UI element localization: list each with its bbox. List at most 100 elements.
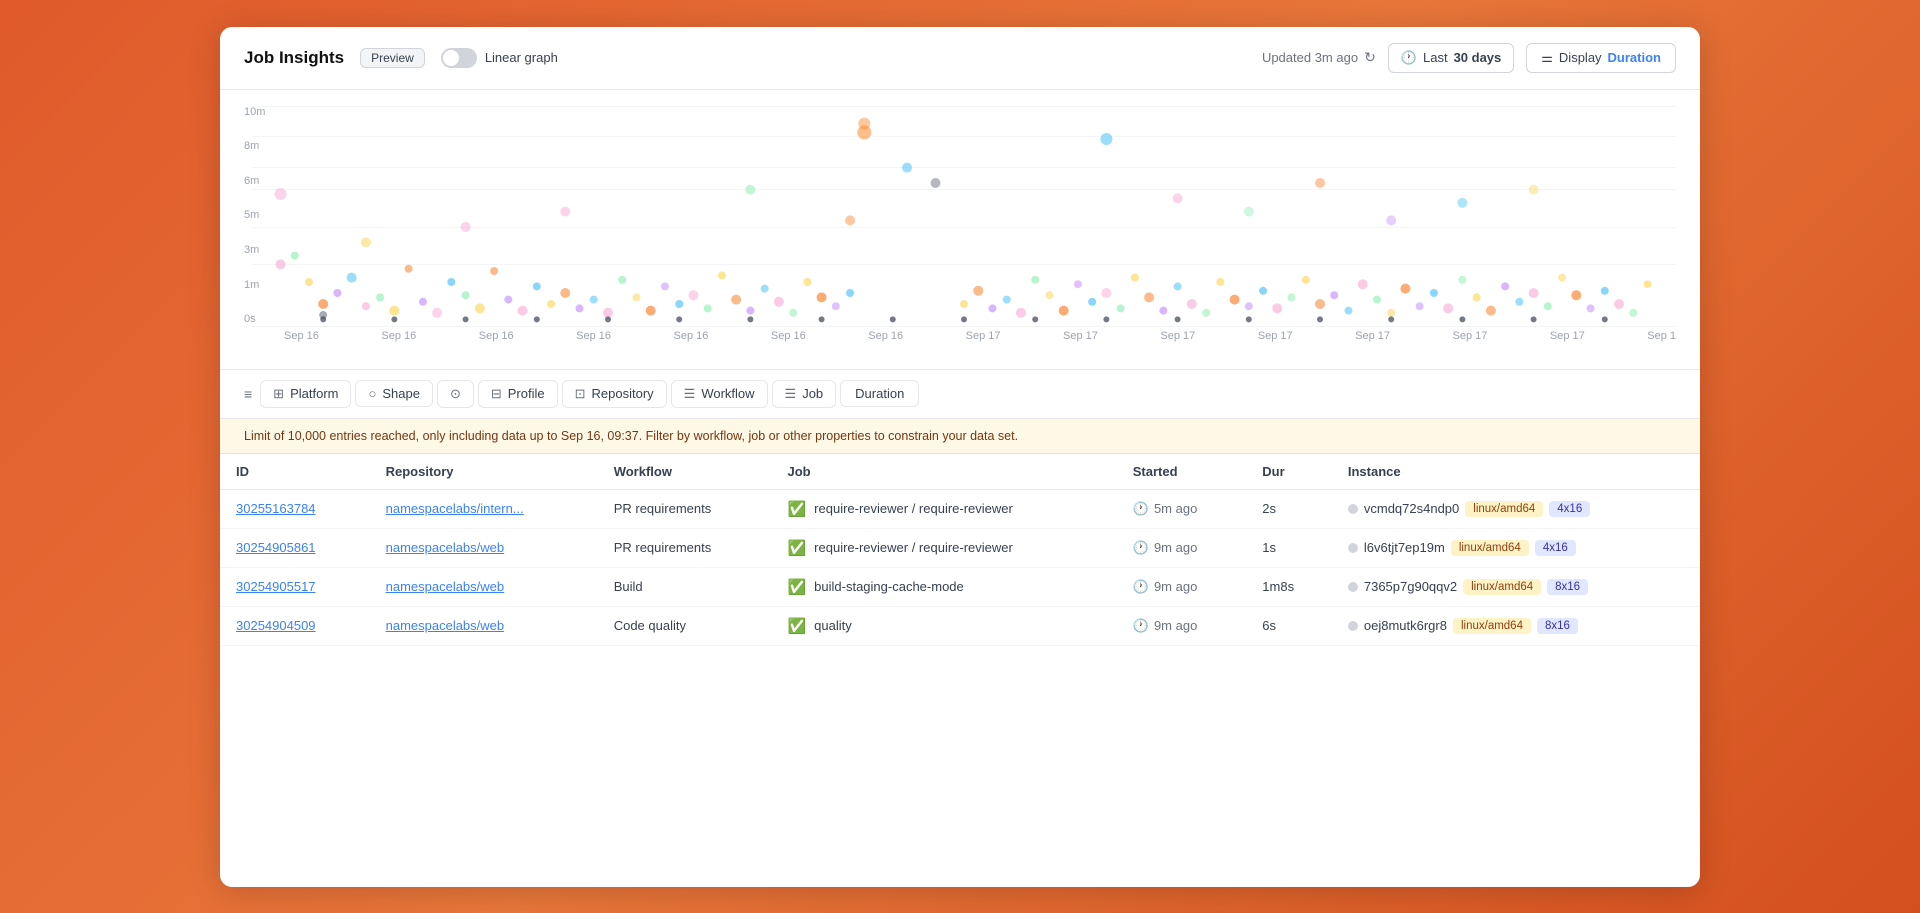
profile-filter-button[interactable]: ⊟ Profile — [478, 380, 558, 408]
instance-dot — [1348, 504, 1358, 514]
cell-id: 30254904509 — [220, 606, 370, 645]
filter-icon: ≡ — [244, 386, 252, 402]
instance-id: l6v6tjt7ep19m — [1364, 540, 1445, 555]
id-link[interactable]: 30254905517 — [236, 579, 316, 594]
job-icon: ☰ — [785, 386, 797, 402]
chart-canvas — [252, 106, 1676, 326]
toggle-group: Linear graph — [441, 48, 558, 68]
filter-bar: ≡ ⊞ Platform ○ Shape ⊙ ⊟ Profile ⊡ Repos… — [220, 370, 1700, 419]
success-icon: ✅ — [787, 539, 806, 557]
size-tag: 8x16 — [1547, 579, 1588, 595]
size-tag: 4x16 — [1535, 540, 1576, 556]
id-link[interactable]: 30254904509 — [236, 618, 316, 633]
clock-icon: 🕐 — [1133, 579, 1149, 595]
clock-icon: 🕐 — [1401, 50, 1417, 66]
preview-badge: Preview — [360, 48, 425, 68]
table-header-row: ID Repository Workflow Job Started Dur I… — [220, 454, 1700, 490]
success-icon: ✅ — [787, 617, 806, 635]
workflow-filter-button[interactable]: ☰ Workflow — [671, 380, 768, 408]
repo-link[interactable]: namespacelabs/web — [386, 579, 505, 594]
cell-started: 🕐 9m ago — [1117, 606, 1247, 645]
cell-instance: 7365p7g90qqv2 linux/amd64 8x16 — [1332, 567, 1700, 606]
table-row: 30254904509 namespacelabs/web Code quali… — [220, 606, 1700, 645]
workflow-icon: ☰ — [684, 386, 696, 402]
col-started: Started — [1117, 454, 1247, 490]
data-table-wrapper: ID Repository Workflow Job Started Dur I… — [220, 454, 1700, 646]
size-tag: 4x16 — [1549, 501, 1590, 517]
linear-graph-toggle[interactable] — [441, 48, 477, 68]
profile-icon: ⊟ — [491, 386, 502, 402]
github-filter-button[interactable]: ⊙ — [437, 380, 474, 408]
instance-id: 7365p7g90qqv2 — [1364, 579, 1457, 594]
started-value: 5m ago — [1154, 501, 1197, 516]
repo-link[interactable]: namespacelabs/web — [386, 618, 505, 633]
success-icon: ✅ — [787, 578, 806, 596]
started-value: 9m ago — [1154, 540, 1197, 555]
job-name: require-reviewer / require-reviewer — [814, 501, 1013, 516]
cell-started: 🕐 9m ago — [1117, 528, 1247, 567]
clock-icon: 🕐 — [1133, 501, 1149, 517]
header: Job Insights Preview Linear graph Update… — [220, 27, 1700, 90]
cell-id: 30255163784 — [220, 489, 370, 528]
col-id: ID — [220, 454, 370, 490]
shape-filter-button[interactable]: ○ Shape — [355, 380, 432, 407]
cell-started: 🕐 9m ago — [1117, 567, 1247, 606]
instance-dot — [1348, 621, 1358, 631]
id-link[interactable]: 30254905861 — [236, 540, 316, 555]
cell-workflow: PR requirements — [598, 489, 772, 528]
x-axis-labels: Sep 16 Sep 16 Sep 16 Sep 16 Sep 16 Sep 1… — [284, 330, 1676, 342]
cell-duration: 1s — [1246, 528, 1332, 567]
last-days-button[interactable]: 🕐 Last 30 days — [1388, 43, 1514, 73]
cell-instance: vcmdq72s4ndp0 linux/amd64 4x16 — [1332, 489, 1700, 528]
id-link[interactable]: 30255163784 — [236, 501, 316, 516]
table-row: 30255163784 namespacelabs/intern... PR r… — [220, 489, 1700, 528]
table-row: 30254905517 namespacelabs/web Build ✅ bu… — [220, 567, 1700, 606]
cell-repository: namespacelabs/web — [370, 567, 598, 606]
cell-workflow: Build — [598, 567, 772, 606]
refresh-icon[interactable]: ↻ — [1364, 49, 1376, 66]
job-name: quality — [814, 618, 852, 633]
cell-repository: namespacelabs/web — [370, 528, 598, 567]
col-dur: Dur — [1246, 454, 1332, 490]
cell-job: ✅ require-reviewer / require-reviewer — [771, 528, 1116, 567]
table-row: 30254905861 namespacelabs/web PR require… — [220, 528, 1700, 567]
cell-workflow: Code quality — [598, 606, 772, 645]
bars-icon: ⚌ — [1541, 50, 1553, 66]
platform-tag: linux/amd64 — [1463, 579, 1541, 595]
repository-icon: ⊡ — [575, 386, 586, 402]
cell-job: ✅ require-reviewer / require-reviewer — [771, 489, 1116, 528]
cell-workflow: PR requirements — [598, 528, 772, 567]
cell-job: ✅ build-staging-cache-mode — [771, 567, 1116, 606]
page-title: Job Insights — [244, 48, 344, 68]
cell-duration: 1m8s — [1246, 567, 1332, 606]
started-value: 9m ago — [1154, 618, 1197, 633]
updated-text: Updated 3m ago ↻ — [1262, 49, 1376, 66]
col-repository: Repository — [370, 454, 598, 490]
shape-icon: ○ — [368, 386, 376, 401]
data-table: ID Repository Workflow Job Started Dur I… — [220, 454, 1700, 646]
instance-dot — [1348, 582, 1358, 592]
display-duration-button[interactable]: ⚌ Display Duration — [1526, 43, 1676, 73]
instance-id: vcmdq72s4ndp0 — [1364, 501, 1459, 516]
col-workflow: Workflow — [598, 454, 772, 490]
clock-icon: 🕐 — [1133, 618, 1149, 634]
toggle-label: Linear graph — [485, 50, 558, 65]
github-icon: ⊙ — [450, 386, 461, 402]
platform-tag: linux/amd64 — [1453, 618, 1531, 634]
repository-filter-button[interactable]: ⊡ Repository — [562, 380, 667, 408]
platform-filter-button[interactable]: ⊞ Platform — [260, 380, 351, 408]
chart-area: 10m 8m 6m 5m 3m 1m 0s — [220, 90, 1700, 370]
repo-link[interactable]: namespacelabs/web — [386, 540, 505, 555]
col-instance: Instance — [1332, 454, 1700, 490]
cell-started: 🕐 5m ago — [1117, 489, 1247, 528]
job-filter-button[interactable]: ☰ Job — [772, 380, 837, 408]
cell-id: 30254905861 — [220, 528, 370, 567]
duration-filter-button[interactable]: Duration — [840, 380, 919, 407]
repo-link[interactable]: namespacelabs/intern... — [386, 501, 524, 516]
warning-banner: Limit of 10,000 entries reached, only in… — [220, 419, 1700, 454]
cell-duration: 6s — [1246, 606, 1332, 645]
platform-tag: linux/amd64 — [1451, 540, 1529, 556]
job-name: build-staging-cache-mode — [814, 579, 964, 594]
cell-job: ✅ quality — [771, 606, 1116, 645]
col-job: Job — [771, 454, 1116, 490]
